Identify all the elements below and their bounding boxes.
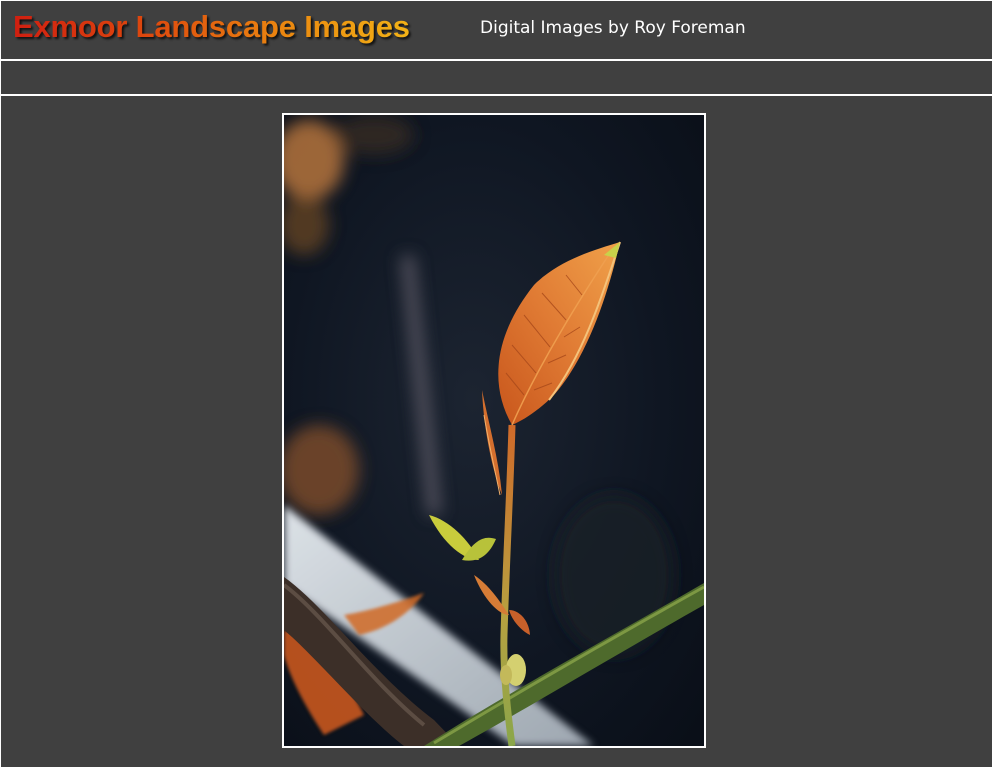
site-header: Exmoor Landscape Images Digital Images b…	[1, 0, 992, 61]
page: Exmoor Landscape Images Digital Images b…	[0, 0, 993, 767]
featured-photo[interactable]	[282, 113, 706, 748]
navigation-bar	[1, 60, 992, 96]
site-subtitle: Digital Images by Roy Foreman	[480, 18, 746, 38]
rose-shoot-photo	[284, 115, 704, 746]
site-title[interactable]: Exmoor Landscape Images	[13, 9, 410, 45]
